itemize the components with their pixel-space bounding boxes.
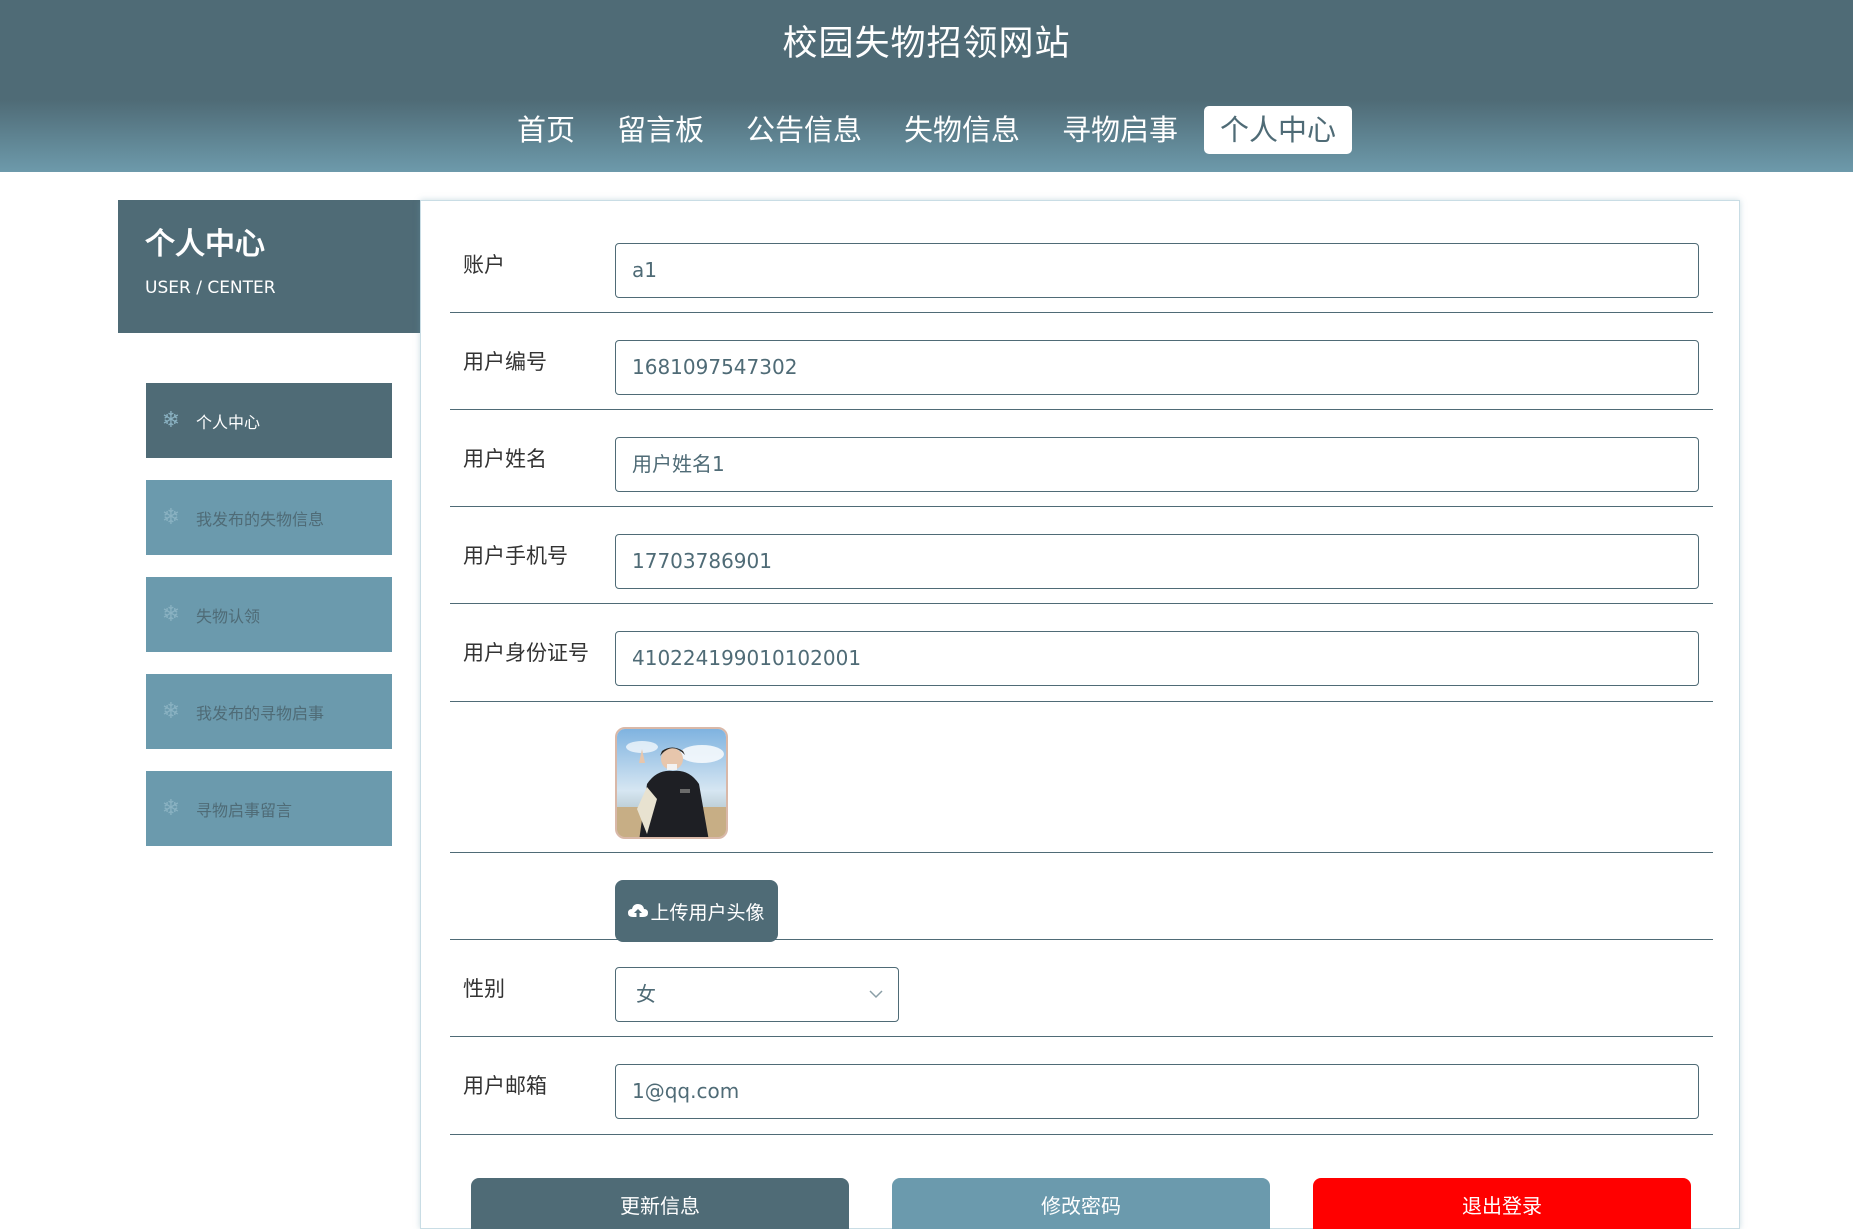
nav-user-center[interactable]: 个人中心 bbox=[1204, 106, 1353, 154]
user-no-field[interactable]: 1681097547302 bbox=[615, 340, 1699, 395]
email-field[interactable]: 1@qq.com bbox=[615, 1064, 1699, 1119]
site-header: 校园失物招领网站 首页 留言板 公告信息 失物信息 寻物启事 个人中心 bbox=[0, 0, 1853, 172]
sidebar-item-claims[interactable]: ❄ 失物认领 bbox=[146, 577, 392, 652]
change-password-button[interactable]: 修改密码 bbox=[892, 1178, 1270, 1229]
nav-message-board[interactable]: 留言板 bbox=[601, 106, 720, 154]
id-card-label: 用户身份证号 bbox=[463, 641, 589, 665]
id-card-field[interactable]: 410224199010102001 bbox=[615, 631, 1699, 686]
upload-avatar-label: 上传用户头像 bbox=[650, 901, 765, 924]
account-row: 账户 a1 bbox=[450, 228, 1713, 313]
snowflake-icon: ❄ bbox=[161, 407, 181, 433]
sidebar-item-notice-messages[interactable]: ❄ 寻物启事留言 bbox=[146, 771, 392, 846]
user-name-label: 用户姓名 bbox=[463, 447, 547, 471]
main-nav: 首页 留言板 公告信息 失物信息 寻物启事 个人中心 bbox=[0, 106, 1853, 154]
sidebar-item-label: 寻物启事留言 bbox=[196, 800, 293, 820]
sidebar-item-my-lost-items[interactable]: ❄ 我发布的失物信息 bbox=[146, 480, 392, 555]
user-no-label: 用户编号 bbox=[463, 350, 547, 374]
phone-label: 用户手机号 bbox=[463, 544, 568, 568]
cloud-upload-icon bbox=[628, 904, 649, 917]
sidebar-item-label: 我发布的失物信息 bbox=[196, 509, 325, 529]
avatar-row bbox=[450, 702, 1713, 853]
gender-label: 性别 bbox=[463, 977, 505, 1001]
sidebar-header: 个人中心 USER / CENTER bbox=[118, 200, 420, 333]
profile-form-panel: 账户 a1 用户编号 1681097547302 用户姓名 用户姓名1 用户手机… bbox=[420, 200, 1740, 1229]
upload-avatar-button[interactable]: 上传用户头像 bbox=[615, 880, 778, 942]
snowflake-icon: ❄ bbox=[161, 504, 181, 530]
gender-selected-value: 女 bbox=[636, 982, 656, 1006]
sidebar-item-label: 失物认领 bbox=[196, 606, 261, 626]
avatar-photo bbox=[617, 729, 726, 837]
sidebar-title: 个人中心 bbox=[145, 227, 265, 262]
user-avatar bbox=[615, 727, 728, 839]
gender-select[interactable]: 女 bbox=[615, 967, 899, 1022]
site-title: 校园失物招领网站 bbox=[782, 24, 1071, 64]
user-no-row: 用户编号 1681097547302 bbox=[450, 313, 1713, 410]
gender-row: 性别 女 bbox=[450, 940, 1713, 1037]
sidebar-item-my-lost-notices[interactable]: ❄ 我发布的寻物启事 bbox=[146, 674, 392, 749]
email-label: 用户邮箱 bbox=[463, 1074, 547, 1098]
account-label: 账户 bbox=[463, 253, 505, 277]
phone-field[interactable]: 17703786901 bbox=[615, 534, 1699, 589]
upload-row: 上传用户头像 bbox=[450, 853, 1713, 942]
sidebar-item-user-center[interactable]: ❄ 个人中心 bbox=[146, 383, 392, 458]
sidebar-menu: ❄ 个人中心 ❄ 我发布的失物信息 ❄ 失物认领 ❄ 我发布的寻物启事 ❄ 寻物… bbox=[146, 383, 392, 868]
nav-lost-notices[interactable]: 寻物启事 bbox=[1046, 106, 1194, 154]
sidebar-subtitle: USER / CENTER bbox=[145, 278, 276, 298]
chevron-down-icon bbox=[869, 990, 883, 999]
nav-lost-items[interactable]: 失物信息 bbox=[888, 106, 1036, 154]
sidebar-item-label: 个人中心 bbox=[196, 412, 261, 432]
nav-home[interactable]: 首页 bbox=[501, 106, 591, 154]
nav-announcements[interactable]: 公告信息 bbox=[730, 106, 878, 154]
snowflake-icon: ❄ bbox=[161, 795, 181, 821]
id-card-row: 用户身份证号 410224199010102001 bbox=[450, 604, 1713, 702]
account-field[interactable]: a1 bbox=[615, 243, 1699, 298]
snowflake-icon: ❄ bbox=[161, 601, 181, 627]
user-name-row: 用户姓名 用户姓名1 bbox=[450, 410, 1713, 507]
user-name-field[interactable]: 用户姓名1 bbox=[615, 437, 1699, 492]
phone-row: 用户手机号 17703786901 bbox=[450, 507, 1713, 604]
snowflake-icon: ❄ bbox=[161, 698, 181, 724]
logout-button[interactable]: 退出登录 bbox=[1313, 1178, 1691, 1229]
email-row: 用户邮箱 1@qq.com bbox=[450, 1037, 1713, 1135]
sidebar-item-label: 我发布的寻物启事 bbox=[196, 703, 325, 723]
update-info-button[interactable]: 更新信息 bbox=[471, 1178, 849, 1229]
